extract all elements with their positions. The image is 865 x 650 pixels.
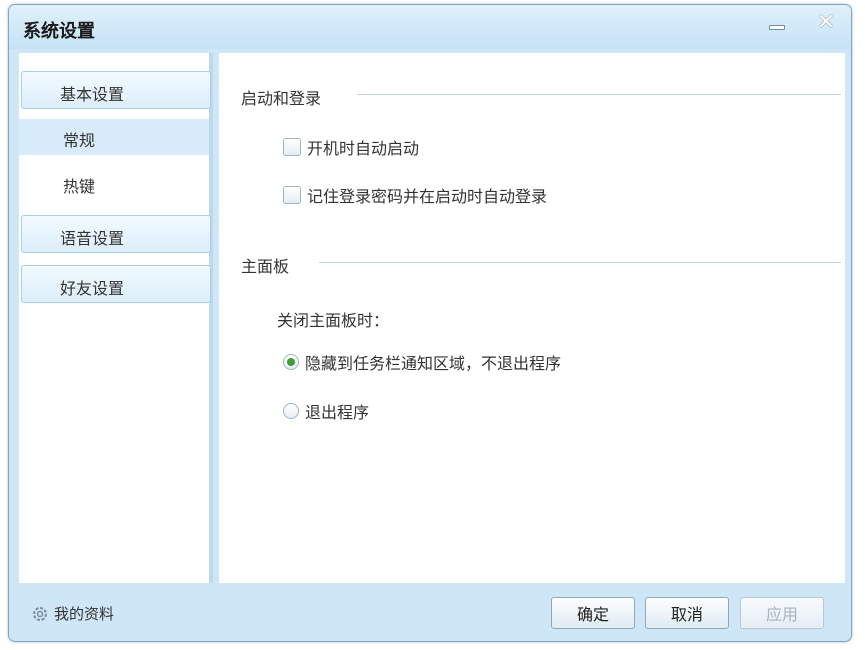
settings-window: 系统设置 ✕ 基本设置 常规 热键 语音设置 好友设置 启动和登录 开机时自动启… — [8, 4, 852, 642]
sidebar-item-general[interactable]: 常规 — [19, 119, 209, 155]
section-divider — [357, 94, 841, 95]
minimize-button[interactable] — [763, 10, 791, 36]
sidebar-item-basic-settings[interactable]: 基本设置 — [21, 71, 211, 109]
sidebar-item-label: 基本设置 — [60, 85, 125, 104]
hide-to-tray-radio-row[interactable]: 隐藏到任务栏通知区域，不退出程序 — [283, 350, 561, 374]
my-profile-link[interactable]: 我的资料 — [31, 603, 114, 624]
radio-selected-icon — [287, 358, 295, 366]
auto-start-checkbox[interactable] — [283, 138, 301, 156]
exit-program-radio[interactable] — [283, 403, 299, 419]
radio-label: 退出程序 — [305, 403, 370, 422]
sidebar-item-friend-settings[interactable]: 好友设置 — [21, 265, 211, 303]
minimize-icon — [769, 24, 785, 30]
exit-program-radio-row[interactable]: 退出程序 — [283, 399, 369, 423]
sidebar-item-label: 好友设置 — [60, 279, 125, 298]
cancel-button[interactable]: 取消 — [645, 597, 729, 629]
title-bar[interactable]: 系统设置 ✕ — [9, 5, 851, 49]
checkbox-label: 记住登录密码并在启动时自动登录 — [307, 187, 548, 206]
close-button[interactable]: ✕ — [812, 10, 840, 36]
auto-login-checkbox[interactable] — [283, 186, 301, 204]
sidebar-item-label: 热键 — [63, 177, 96, 196]
settings-content: 启动和登录 开机时自动启动 记住登录密码并在启动时自动登录 主面板 关闭主面板时… — [219, 53, 845, 583]
hide-to-tray-radio[interactable] — [283, 354, 299, 370]
close-panel-label: 关闭主面板时： — [277, 311, 390, 330]
ok-button[interactable]: 确定 — [551, 597, 635, 629]
radio-label: 隐藏到任务栏通知区域，不退出程序 — [305, 354, 562, 373]
auto-login-checkbox-row[interactable]: 记住登录密码并在启动时自动登录 — [283, 183, 547, 207]
main-panel-section-title: 主面板 — [241, 257, 290, 276]
sidebar-item-voice-settings[interactable]: 语音设置 — [21, 215, 211, 253]
sidebar-item-hotkeys[interactable]: 热键 — [19, 165, 209, 201]
startup-section-title: 启动和登录 — [241, 89, 322, 108]
section-divider — [319, 262, 841, 263]
sidebar-item-label: 语音设置 — [60, 229, 125, 248]
settings-sidebar: 基本设置 常规 热键 语音设置 好友设置 — [19, 53, 213, 583]
checkbox-label: 开机时自动启动 — [307, 139, 420, 158]
sidebar-item-label: 常规 — [63, 131, 96, 150]
profile-label: 我的资料 — [54, 605, 115, 623]
dialog-footer: 我的资料 确定 取消 应用 — [9, 585, 851, 643]
close-icon: ✕ — [816, 10, 836, 35]
gear-icon — [33, 606, 47, 621]
apply-button[interactable]: 应用 — [740, 597, 824, 629]
auto-start-checkbox-row[interactable]: 开机时自动启动 — [283, 135, 419, 159]
window-title: 系统设置 — [23, 21, 95, 42]
